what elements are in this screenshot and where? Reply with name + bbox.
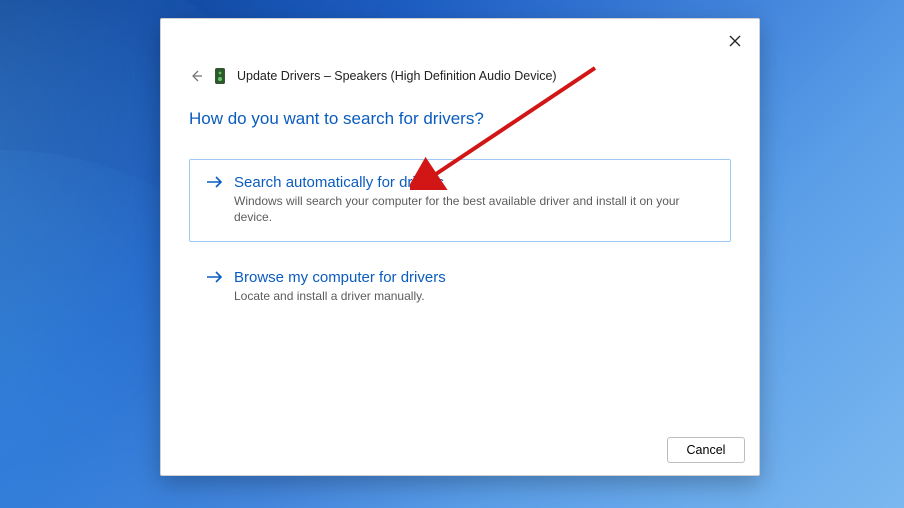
option-description: Locate and install a driver manually. bbox=[234, 288, 714, 304]
option-title: Search automatically for drivers bbox=[234, 174, 714, 191]
back-button[interactable] bbox=[189, 69, 203, 83]
update-drivers-dialog: Update Drivers – Speakers (High Definiti… bbox=[160, 18, 760, 476]
option-title: Browse my computer for drivers bbox=[234, 269, 714, 286]
dialog-footer: Cancel bbox=[161, 427, 759, 475]
back-arrow-icon bbox=[189, 69, 203, 83]
close-icon bbox=[729, 34, 741, 52]
cancel-button[interactable]: Cancel bbox=[667, 437, 745, 463]
option-description: Windows will search your computer for th… bbox=[234, 193, 714, 225]
close-button[interactable] bbox=[725, 33, 745, 53]
dialog-prompt: How do you want to search for drivers? bbox=[189, 109, 731, 129]
dialog-content: How do you want to search for drivers? S… bbox=[161, 85, 759, 427]
option-arrow-icon bbox=[206, 175, 224, 194]
dialog-header: Update Drivers – Speakers (High Definiti… bbox=[161, 19, 759, 85]
option-search-automatically[interactable]: Search automatically for drivers Windows… bbox=[189, 159, 731, 242]
dialog-title: Update Drivers – Speakers (High Definiti… bbox=[237, 69, 557, 83]
speaker-device-icon bbox=[213, 67, 227, 85]
option-arrow-icon bbox=[206, 270, 224, 289]
option-browse-computer[interactable]: Browse my computer for drivers Locate an… bbox=[189, 254, 731, 321]
